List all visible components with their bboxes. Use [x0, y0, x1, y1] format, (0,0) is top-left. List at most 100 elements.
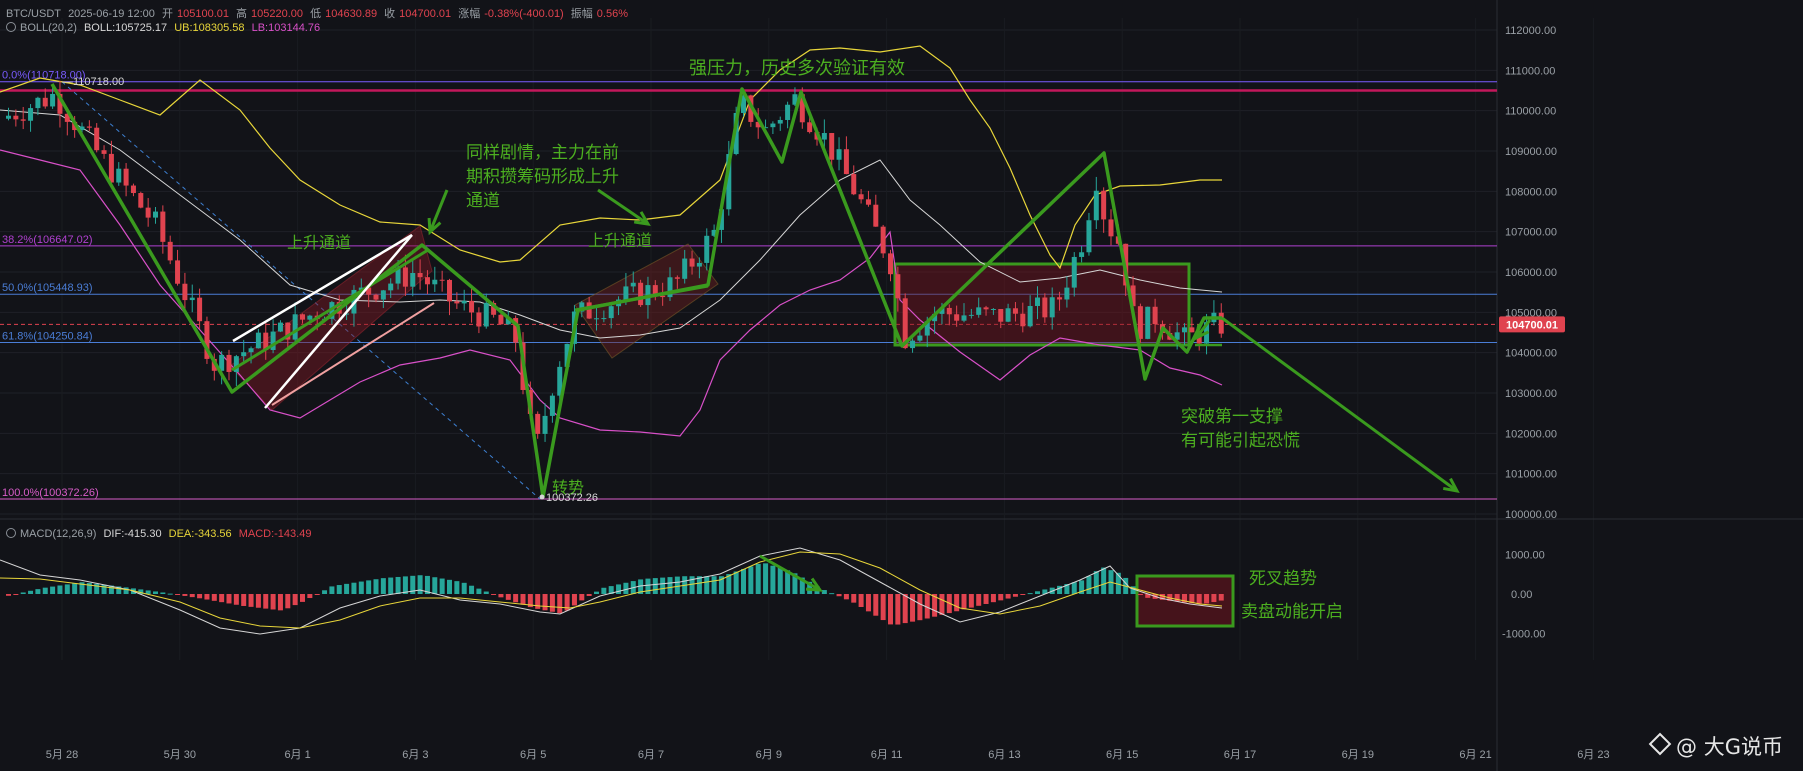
- price-tick-label: 111000.00: [1505, 65, 1555, 77]
- macd-bar: [255, 594, 261, 608]
- candle-body: [976, 307, 982, 315]
- macd-bar: [998, 594, 1004, 601]
- candle-body: [594, 318, 599, 320]
- date-tick-label: 6月 23: [1577, 749, 1609, 761]
- last-price-label: 104700.01: [1506, 319, 1558, 331]
- date-tick-label: 6月 21: [1459, 749, 1491, 761]
- macd-bar: [322, 590, 328, 594]
- candle-body: [1005, 308, 1011, 322]
- candle-body: [1137, 306, 1143, 339]
- boll-header: BOLL(20,2) BOLL:105725.17 UB:108305.58 L…: [6, 22, 324, 34]
- macd-bar: [917, 594, 923, 621]
- low-marker-label: 100372.26: [546, 492, 598, 504]
- candle-body: [255, 332, 261, 349]
- macd-bar: [579, 594, 585, 601]
- candle-body: [197, 297, 203, 322]
- brand-icon: [1648, 732, 1672, 756]
- macd-bar: [292, 594, 298, 606]
- candle-body: [138, 193, 144, 208]
- candle-body: [704, 235, 710, 263]
- fib-level-label: 50.0%(105448.93): [2, 282, 93, 294]
- price-chart[interactable]: 112000.00 111000.00 110000.00 109000.00 1080…: [0, 0, 1803, 771]
- macd-bar: [1218, 594, 1224, 601]
- macd-bar: [954, 594, 960, 612]
- price-tick-label: 108000.00: [1505, 186, 1557, 198]
- macd-bar: [733, 571, 739, 594]
- alarm-icon[interactable]: [6, 22, 16, 32]
- annotation-text: 同样剧情，主力在前: [466, 143, 619, 163]
- macd-bar: [402, 576, 408, 594]
- macd-bar: [491, 594, 497, 595]
- candle-body: [1189, 327, 1195, 333]
- macd-bar: [336, 585, 342, 594]
- annotation-text: 突破第一支撑: [1181, 407, 1283, 427]
- macd-bar: [153, 591, 158, 594]
- candle-body: [417, 273, 423, 278]
- candle-body: [1042, 297, 1048, 318]
- price-tick-label: 100000.00: [1505, 509, 1557, 521]
- macd-bar: [660, 577, 666, 594]
- candle-body: [990, 308, 996, 310]
- macd-bar: [1093, 571, 1099, 594]
- macd-bar: [160, 592, 166, 594]
- candle-body: [160, 211, 166, 242]
- price-tick-label: 109000.00: [1505, 146, 1557, 158]
- price-tick-label: 104000.00: [1505, 348, 1557, 360]
- macd-bar: [704, 576, 710, 594]
- macd-bar: [270, 594, 276, 610]
- candle-body: [476, 312, 482, 327]
- candle-body: [454, 301, 460, 304]
- macd-bar: [976, 594, 982, 606]
- annotation-text: 死叉趋势: [1249, 569, 1317, 589]
- candle-body: [175, 260, 181, 284]
- date-tick-label: 6月 13: [988, 749, 1020, 761]
- candle-body: [608, 306, 614, 319]
- macd-dif: DIF:-415.30: [103, 528, 162, 540]
- boll-lb: LB:103144.76: [251, 22, 321, 34]
- macd-bar: [57, 585, 63, 594]
- macd-bar: [616, 584, 622, 594]
- macd-bar: [961, 594, 967, 610]
- macd-bar: [513, 594, 519, 603]
- fib-level-label: 61.8%(104250.84): [2, 331, 93, 343]
- macd-bar: [741, 568, 746, 594]
- candle-body: [182, 283, 188, 301]
- candle-body: [1079, 252, 1085, 257]
- macd-bar: [711, 576, 717, 594]
- candle-body: [1012, 308, 1018, 314]
- candle-body: [586, 302, 592, 319]
- macd-bar: [939, 594, 945, 615]
- candle-body: [483, 302, 489, 327]
- candle-body: [961, 315, 967, 321]
- candle-body: [682, 258, 688, 279]
- macd-bar: [167, 593, 173, 595]
- date-tick-label: 5月 30: [164, 749, 196, 761]
- candle-body: [843, 149, 849, 175]
- macd-bar: [895, 594, 901, 625]
- price-tick-label: 103000.00: [1505, 388, 1557, 400]
- candle-body: [895, 274, 901, 299]
- high-value: 105220.00: [251, 8, 304, 20]
- macd-bar: [101, 584, 107, 594]
- macd-bar: [380, 578, 386, 594]
- date-tick-label: 6月 19: [1342, 749, 1374, 761]
- candle-body: [1049, 297, 1055, 318]
- alarm-icon[interactable]: [6, 528, 16, 538]
- candle-body: [130, 185, 136, 194]
- macd-bar: [439, 578, 445, 594]
- macd-bar: [13, 594, 19, 595]
- ohlc-header: BTC/USDT 2025-06-19 12:00 开 105100.01 高 10…: [6, 8, 628, 20]
- macd-bar: [770, 565, 776, 594]
- macd-bar: [674, 576, 680, 594]
- candle-body: [674, 277, 680, 279]
- price-tick-label: 107000.00: [1505, 227, 1557, 239]
- candle-body: [145, 207, 151, 218]
- candle-body: [1145, 306, 1151, 339]
- candle-body: [439, 279, 445, 281]
- datetime: 2025-06-19 12:00: [68, 8, 155, 20]
- macd-bar: [1204, 594, 1210, 604]
- macd-bar: [211, 594, 217, 601]
- macd-bar: [1012, 594, 1018, 597]
- candle-body: [880, 226, 886, 254]
- macd-bar: [505, 594, 511, 600]
